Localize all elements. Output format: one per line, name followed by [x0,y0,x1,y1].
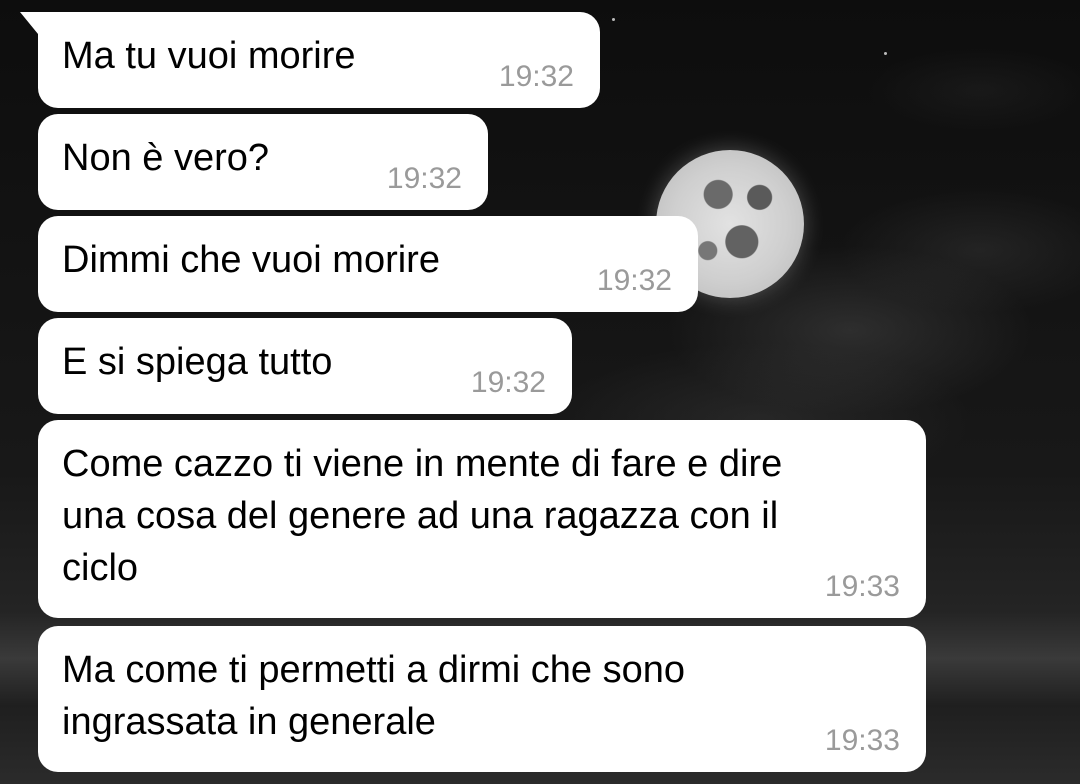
bubble-tail [20,12,38,34]
message-text: Ma tu vuoi morire [62,35,356,77]
message-timestamp: 19:33 [824,724,900,757]
message-text: Dimmi che vuoi morire [62,239,440,281]
message-text: Come cazzo ti viene in mente di fare e d… [62,443,783,589]
message-bubble[interactable]: Ma tu vuoi morire 19:32 [20,12,600,108]
message-list[interactable]: Ma tu vuoi morire 19:32 Non è vero? 19:3… [0,0,1080,784]
message-timestamp: 19:32 [470,366,546,399]
message-bubble[interactable]: E si spiega tutto 19:32 [38,318,572,414]
message-bubble[interactable]: Come cazzo ti viene in mente di fare e d… [38,420,926,618]
message-bubble[interactable]: Non è vero? 19:32 [38,114,488,210]
message-timestamp: 19:32 [596,264,672,297]
message-bubble[interactable]: Dimmi che vuoi morire 19:32 [38,216,698,312]
message-text: Ma come ti permetti a dirmi che sono ing… [62,649,686,743]
message-bubble[interactable]: Ma come ti permetti a dirmi che sono ing… [38,626,926,772]
message-timestamp: 19:32 [386,162,462,195]
message-timestamp: 19:32 [498,60,574,93]
message-timestamp: 19:33 [824,570,900,603]
